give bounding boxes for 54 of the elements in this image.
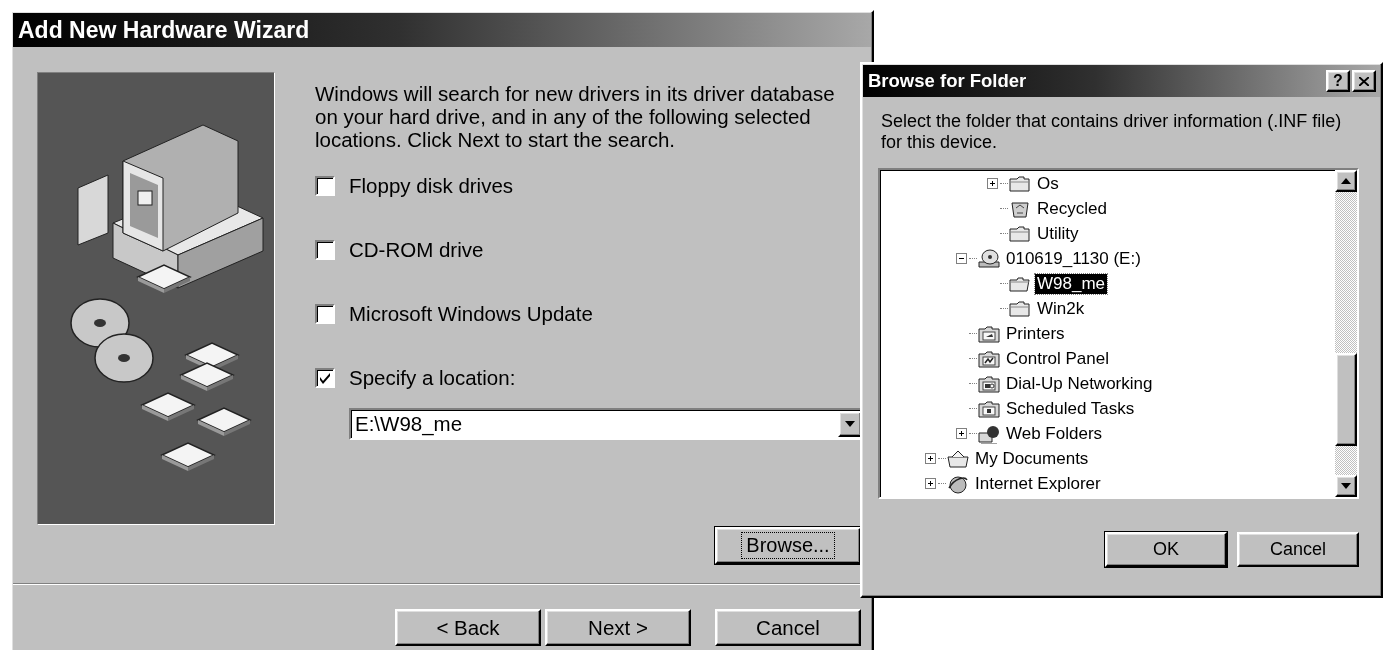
wizard-button[interactable]: Next > bbox=[545, 609, 691, 646]
location-field[interactable]: E:\W98_me bbox=[351, 412, 838, 436]
tree-item[interactable]: My Documents bbox=[973, 448, 1091, 469]
description-text: Select the folder that contains driver information (.INF file) for this device. bbox=[881, 111, 1343, 153]
close-button[interactable] bbox=[1352, 70, 1376, 92]
checkbox-option[interactable]: Floppy disk drives bbox=[315, 172, 514, 200]
checkbox[interactable] bbox=[315, 176, 335, 196]
help-button[interactable]: ? bbox=[1326, 70, 1350, 92]
globe-folder-icon bbox=[978, 423, 1000, 444]
wizard-button[interactable]: Cancel bbox=[715, 609, 861, 646]
dialog-button[interactable]: Cancel bbox=[1237, 532, 1359, 567]
scroll-down-icon[interactable] bbox=[1335, 475, 1357, 497]
documents-folder-icon bbox=[947, 448, 969, 469]
expand-icon[interactable] bbox=[925, 478, 936, 489]
tree-item[interactable]: Web Folders bbox=[1004, 423, 1105, 444]
dial-up-folder-icon bbox=[978, 373, 1000, 394]
tree-item[interactable]: Os bbox=[1035, 173, 1061, 194]
expand-icon[interactable] bbox=[987, 178, 998, 189]
checkbox[interactable] bbox=[315, 368, 335, 388]
checkbox[interactable] bbox=[315, 240, 335, 260]
tree-item[interactable]: 010619_1130 (E:) bbox=[1004, 248, 1143, 269]
dialog-button[interactable]: OK bbox=[1105, 532, 1227, 567]
checkbox[interactable] bbox=[315, 304, 335, 324]
wizard-button[interactable]: < Back bbox=[395, 609, 541, 646]
tree-item[interactable]: Win2k bbox=[1035, 298, 1087, 319]
control-panel-icon bbox=[978, 348, 1000, 369]
checkbox-option[interactable]: Microsoft Windows Update bbox=[315, 300, 593, 328]
expand-icon[interactable] bbox=[925, 453, 936, 464]
window-title: Add New Hardware Wizard bbox=[18, 16, 310, 44]
printer-folder-icon bbox=[978, 323, 1000, 344]
instructions-text: Windows will search for new drivers in its driver database on your hard drive, and in any of the following selected locations. Click Next to start the search. bbox=[315, 82, 836, 151]
tree-item[interactable]: Recycled bbox=[1035, 198, 1109, 219]
tree-item[interactable]: Scheduled Tasks bbox=[1004, 398, 1137, 419]
cd-drive-icon bbox=[978, 248, 1000, 269]
scheduled-tasks-icon bbox=[978, 398, 1000, 419]
dropdown-button[interactable] bbox=[838, 411, 862, 437]
dialog-title: Browse for Folder bbox=[868, 70, 1027, 92]
tree-item[interactable]: Dial-Up Networking bbox=[1004, 373, 1155, 394]
dropdown-icon bbox=[845, 421, 855, 427]
browse-button[interactable]: Browse... bbox=[715, 527, 861, 564]
tree-item[interactable]: W98_me bbox=[1035, 273, 1108, 294]
browser-icon bbox=[947, 473, 969, 494]
expand-icon[interactable] bbox=[956, 428, 967, 439]
checkbox-option[interactable]: CD-ROM drive bbox=[315, 236, 484, 264]
close-icon bbox=[1359, 76, 1369, 86]
tree-item[interactable]: Control Panel bbox=[1004, 348, 1111, 369]
tree-item[interactable]: Printers bbox=[1004, 323, 1067, 344]
tree-item[interactable]: Utility bbox=[1035, 223, 1081, 244]
scrollbar[interactable] bbox=[1335, 170, 1357, 497]
scroll-up-icon[interactable] bbox=[1335, 170, 1357, 192]
collapse-icon[interactable] bbox=[956, 253, 967, 264]
tree-item[interactable]: Internet Explorer bbox=[973, 473, 1103, 494]
checkmark-icon bbox=[319, 372, 331, 384]
checkbox-option[interactable]: Specify a location: bbox=[315, 364, 516, 392]
